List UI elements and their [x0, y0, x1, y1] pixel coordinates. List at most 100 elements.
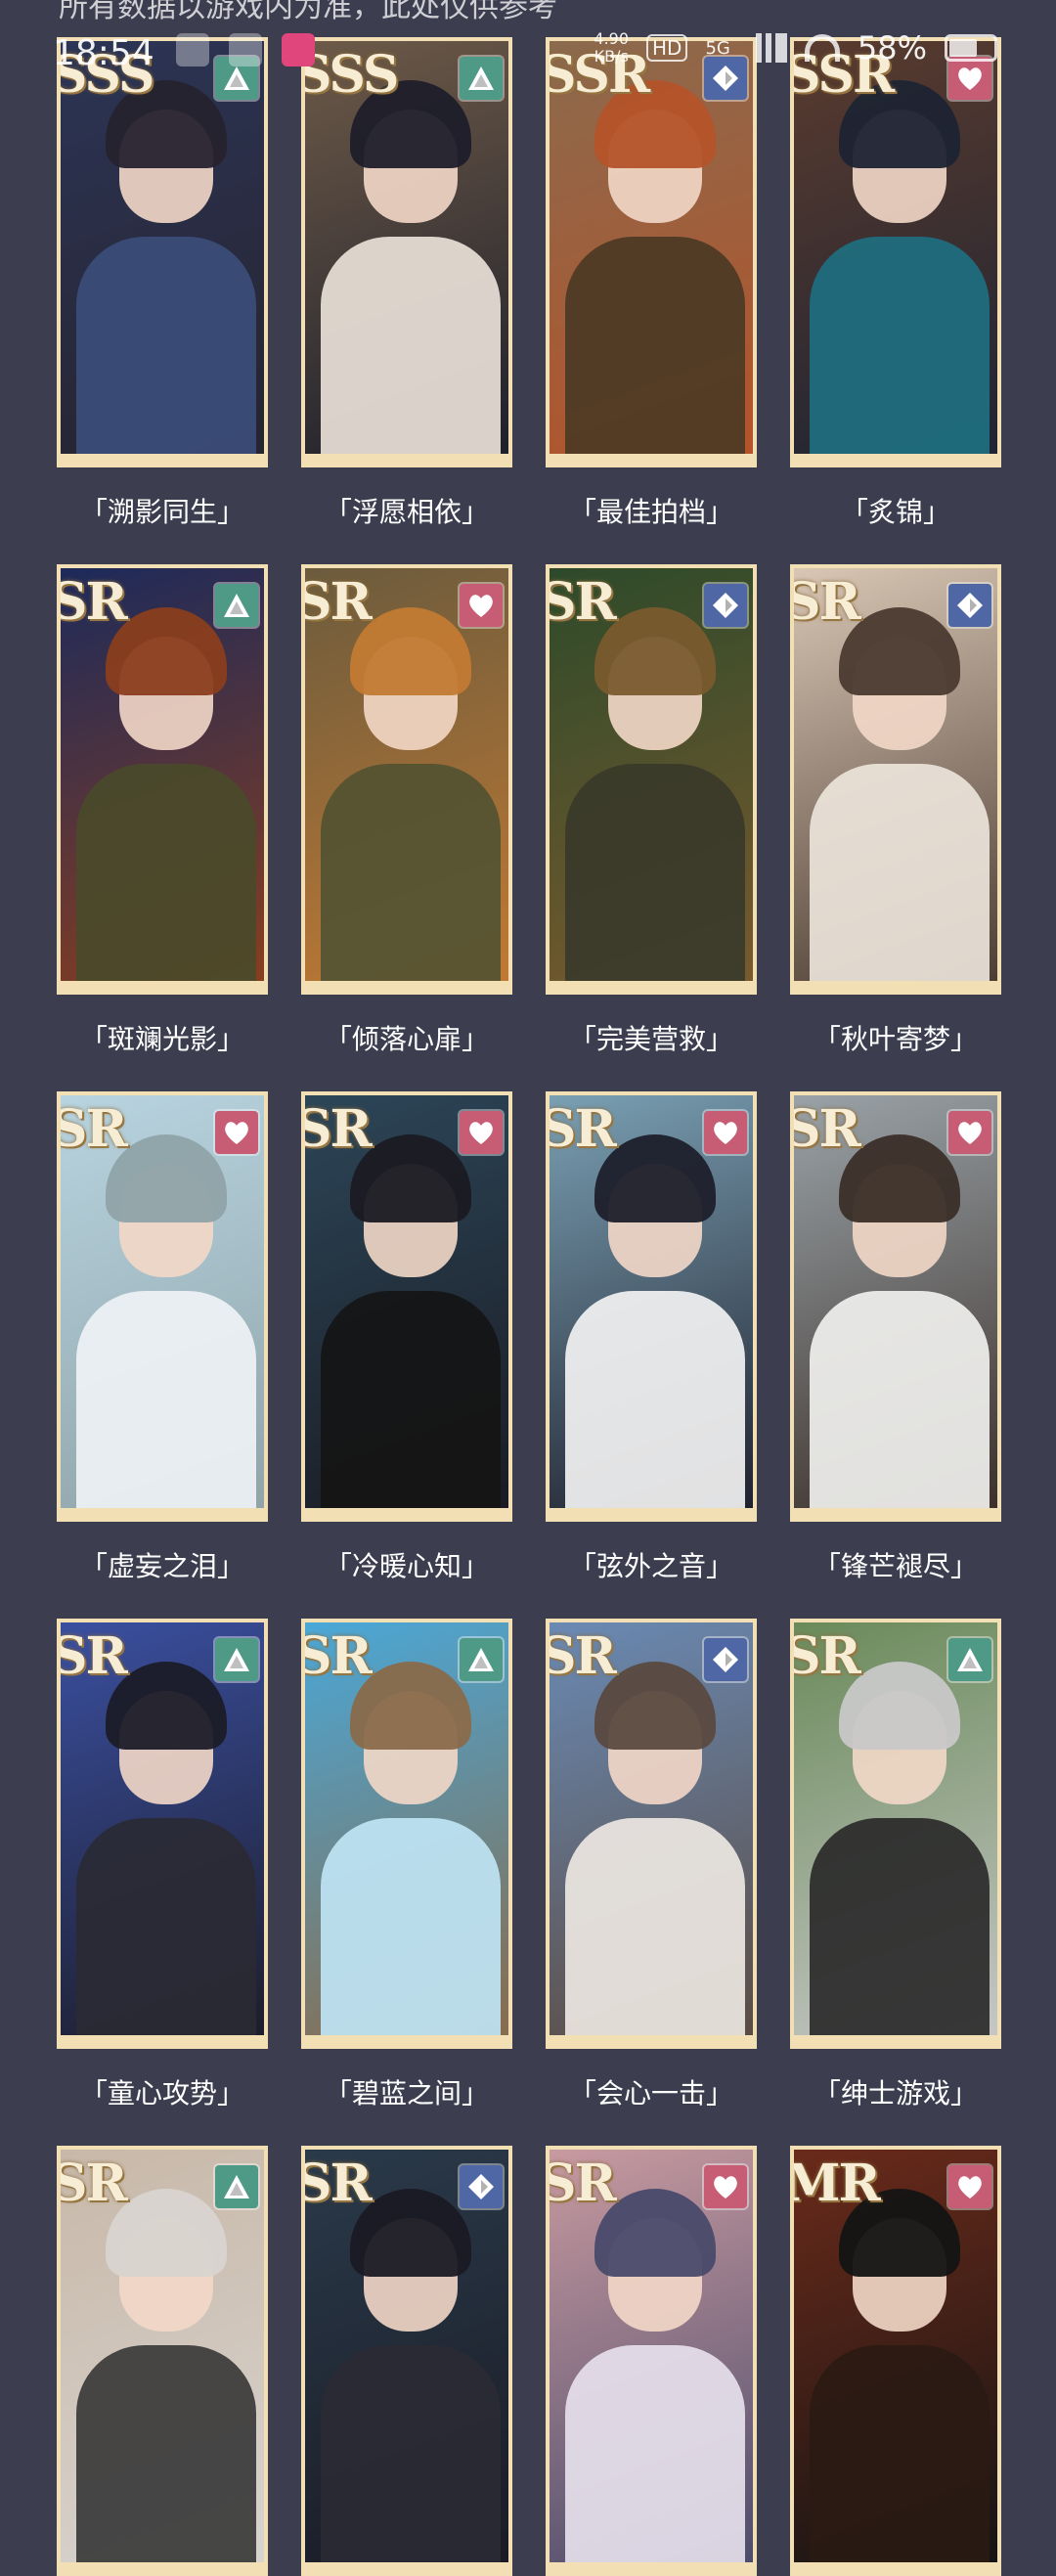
card-item[interactable]: SR	[301, 1619, 512, 2049]
card-art-body	[810, 764, 990, 991]
card-frame-bottom	[794, 1508, 997, 1518]
rarity-badge: SR	[57, 572, 128, 632]
rarity-badge: SR	[57, 1626, 128, 1686]
status-bar: 所有数据以游戏内为准，此处仅供参考 18:54 4.90 KB/s HD 5G …	[0, 0, 1056, 98]
card-item[interactable]: SSS	[57, 37, 268, 467]
rarity-badge: SR	[301, 1099, 373, 1159]
card-name: 「绅士游戏」	[813, 2077, 978, 2110]
rarity-badge: SR	[790, 572, 861, 632]
card-name: 「锋芒褪尽」	[813, 1550, 978, 1582]
card-item[interactable]: SSR	[790, 37, 1001, 467]
card-name: 「碧蓝之间」	[324, 2077, 489, 2110]
card-art-body	[810, 1291, 990, 1518]
card-name: 「炙锦」	[840, 496, 950, 528]
banner-text: 所有数据以游戏内为准，此处仅供参考	[59, 0, 557, 24]
card-art-body	[321, 1291, 501, 1518]
heart-type-icon	[460, 584, 503, 627]
rarity-badge: SR	[301, 1626, 373, 1686]
card-name: 「会心一击」	[568, 2077, 733, 2110]
card-frame-bottom	[794, 2035, 997, 2045]
card-frame-bottom	[305, 454, 508, 464]
card-frame-bottom	[550, 454, 753, 464]
card-frame-bottom	[794, 454, 997, 464]
card-item[interactable]: SR	[57, 1619, 268, 2049]
card-art-body	[76, 237, 256, 464]
card-frame-bottom	[550, 981, 753, 991]
triangle-type-icon	[460, 1638, 503, 1681]
net-speed: 4.90 KB/s	[594, 30, 629, 66]
card-item[interactable]: SR	[546, 564, 757, 995]
battery-icon	[945, 34, 997, 62]
card-item[interactable]: SSS	[301, 37, 512, 467]
diamond-type-icon	[704, 584, 747, 627]
card-item[interactable]: SR	[546, 1619, 757, 2049]
card-name: 「冷暖心知」	[324, 1550, 489, 1582]
card-frame-bottom	[305, 1508, 508, 1518]
card-item[interactable]: SR	[790, 1091, 1001, 1522]
card-frame-bottom	[794, 981, 997, 991]
card-frame-bottom	[550, 2562, 753, 2572]
card-art-body	[565, 764, 745, 991]
card-item[interactable]: SR	[57, 564, 268, 995]
card-item[interactable]: SR	[57, 1091, 268, 1522]
card-art-body	[76, 2345, 256, 2572]
card-frame-bottom	[305, 981, 508, 991]
bell-icon	[229, 33, 262, 67]
battery-percent: 58%	[857, 29, 927, 67]
card-art-body	[810, 2345, 990, 2572]
notification-icons	[176, 33, 315, 67]
card-item[interactable]: SSR	[546, 37, 757, 467]
card-frame-bottom	[550, 2035, 753, 2045]
card-item[interactable]: SR	[790, 564, 1001, 995]
card-frame-bottom	[61, 981, 264, 991]
card-item[interactable]: SR	[546, 2146, 757, 2576]
card-item[interactable]: SR	[301, 2146, 512, 2576]
card-art-body	[76, 764, 256, 991]
wifi-icon	[804, 34, 840, 62]
card-name: 「虚妄之泪」	[79, 1550, 244, 1582]
card-art-body	[321, 237, 501, 464]
card-art-body	[565, 1291, 745, 1518]
card-name: 「童心攻势」	[79, 2077, 244, 2110]
card-frame-bottom	[61, 2562, 264, 2572]
card-art-body	[321, 764, 501, 991]
card-item[interactable]: SR	[57, 2146, 268, 2576]
card-item[interactable]: MR	[790, 2146, 1001, 2576]
card-item[interactable]: SR	[301, 564, 512, 995]
card-art-body	[321, 2345, 501, 2572]
card-item[interactable]: SR	[546, 1091, 757, 1522]
rarity-badge: SR	[57, 1099, 128, 1159]
card-name: 「最佳拍档」	[568, 496, 733, 528]
card-item[interactable]: SR	[301, 1091, 512, 1522]
rarity-badge: MR	[790, 2154, 881, 2213]
wechat-icon	[176, 33, 209, 67]
rarity-badge: SR	[790, 1099, 861, 1159]
card-name: 「完美营救」	[568, 1023, 733, 1055]
card-art-body	[565, 2345, 745, 2572]
heart-type-icon	[460, 1111, 503, 1154]
card-art-body	[810, 1818, 990, 2045]
card-art-body	[565, 237, 745, 464]
card-frame-bottom	[794, 2562, 997, 2572]
net-speed-value: 4.90	[594, 29, 630, 48]
rarity-badge: SR	[301, 572, 373, 632]
heart-type-icon	[215, 1111, 258, 1154]
heart-type-icon	[948, 2165, 991, 2208]
card-frame-bottom	[305, 2035, 508, 2045]
card-frame-bottom	[61, 1508, 264, 1518]
rarity-badge: SR	[790, 1626, 861, 1686]
heart-type-icon	[704, 2165, 747, 2208]
card-item[interactable]: SR	[790, 1619, 1001, 2049]
network-type: 5G	[705, 37, 730, 59]
rarity-badge: SR	[546, 572, 617, 632]
diamond-type-icon	[948, 584, 991, 627]
status-time: 18:54	[53, 33, 154, 73]
triangle-type-icon	[215, 584, 258, 627]
diamond-type-icon	[704, 1638, 747, 1681]
card-art-body	[810, 237, 990, 464]
card-name: 「弦外之音」	[568, 1550, 733, 1582]
triangle-type-icon	[215, 1638, 258, 1681]
net-speed-unit: KB/s	[594, 47, 629, 66]
heart-type-icon	[704, 1111, 747, 1154]
card-name: 「浮愿相依」	[324, 496, 489, 528]
